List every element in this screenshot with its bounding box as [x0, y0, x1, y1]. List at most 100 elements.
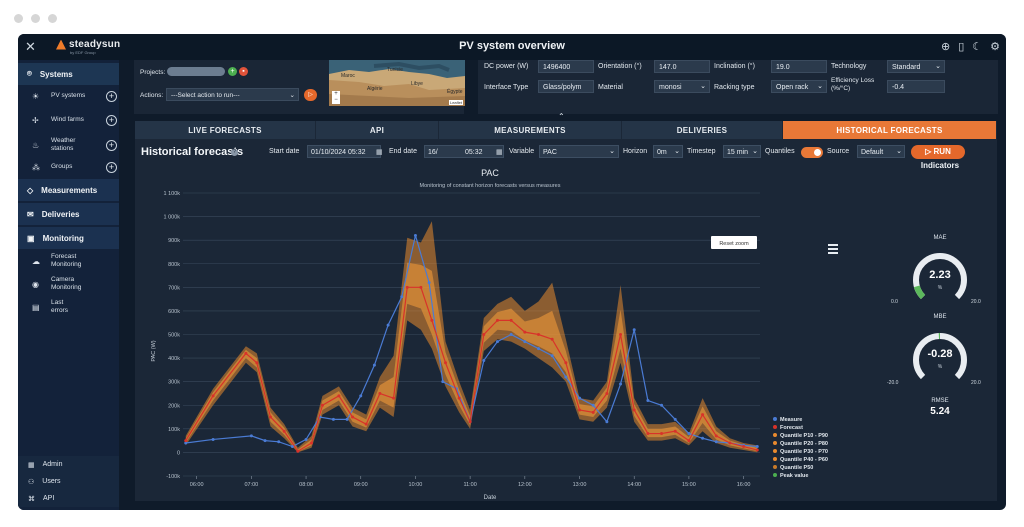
page-title: PV system overview: [459, 40, 565, 52]
sidebar-item-users[interactable]: ⚇ Users: [18, 473, 119, 490]
window-dot[interactable]: [48, 14, 57, 23]
sidebar-item-admin[interactable]: ▦ Admin: [18, 456, 119, 473]
sidebar-item-forecast-monitoring[interactable]: ☁ Forecast Monitoring: [18, 252, 119, 270]
y-tick-label: 500k: [168, 333, 180, 339]
timestep-select[interactable]: 15 min ⌄: [723, 145, 761, 158]
dc-power-label: DC power (W): [484, 63, 529, 70]
measure-point: [591, 403, 595, 407]
variable-label: Variable: [509, 148, 535, 155]
timestep-value: 15 min: [727, 149, 749, 156]
plus-circle-icon[interactable]: ⊕: [941, 40, 950, 53]
dc-power-value: 1496400: [543, 64, 571, 71]
section-title: Historical forecasts: [141, 146, 244, 158]
window-dot[interactable]: [14, 14, 23, 23]
inclination-input[interactable]: 19.0: [771, 60, 827, 73]
add-weather-station-button[interactable]: +: [106, 139, 117, 151]
collapse-panel-icon[interactable]: ⌃: [558, 112, 565, 121]
source-select[interactable]: Default ⌄: [857, 145, 905, 158]
gear-icon[interactable]: ⚙: [990, 40, 1000, 53]
reset-zoom-label[interactable]: Reset zoom: [719, 241, 749, 247]
measure-point: [701, 436, 705, 440]
forecast-point: [714, 434, 718, 438]
map-label: Tunisie: [387, 67, 403, 73]
quantiles-toggle[interactable]: [801, 147, 823, 158]
measure-point: [536, 347, 540, 351]
projects-selector[interactable]: [167, 67, 225, 76]
efficiency-loss-input[interactable]: -0.4: [887, 80, 945, 93]
window-dot[interactable]: [31, 14, 40, 23]
tab-api[interactable]: API: [316, 121, 439, 139]
end-date-label: End date: [389, 148, 418, 155]
interface-type-select[interactable]: Glass/polym: [538, 80, 594, 93]
y-tick-label: 900k: [168, 238, 180, 244]
material-select[interactable]: monosi ⌄: [654, 80, 710, 93]
chevron-down-icon: ⌄: [752, 148, 758, 155]
top-bar: ✕ steadysun by EDF Group PV system overv…: [18, 34, 1006, 60]
add-group-button[interactable]: +: [106, 161, 117, 173]
measure-point: [495, 340, 499, 344]
forecast-point: [509, 318, 513, 322]
run-action-button[interactable]: ▷: [304, 89, 317, 101]
sidebar-item-wind-farms[interactable]: ✢ Wind farms +: [18, 114, 119, 126]
legend-entry: Quantile P40 - P60: [780, 457, 828, 463]
technology-value: Standard: [892, 64, 921, 71]
horizon-select[interactable]: 0m ⌄: [653, 145, 683, 158]
location-map[interactable]: Tunisie Maroc Algérie Libye Égypte Leafl…: [329, 60, 465, 106]
map-label: Libye: [411, 81, 423, 87]
sidebar-section-monitoring[interactable]: ▣ Monitoring: [18, 227, 119, 249]
book-icon[interactable]: ▯: [958, 40, 964, 53]
timestep-label: Timestep: [687, 148, 716, 155]
map-label: Algérie: [367, 86, 383, 92]
y-tick-label: 600k: [168, 309, 180, 315]
start-date-input[interactable]: 01/10/2024 05:32: [307, 145, 381, 158]
mae-label: MAE: [933, 235, 947, 241]
forecast-point: [550, 337, 554, 341]
help-icon[interactable]: ?: [231, 149, 238, 156]
forecast-point: [296, 449, 300, 453]
add-wind-farm-button[interactable]: +: [106, 114, 117, 126]
sidebar-item-last-errors[interactable]: ▤ Last errors: [18, 298, 119, 316]
actions-select[interactable]: ---Select action to run--- ⌄: [166, 88, 299, 101]
calendar-icon[interactable]: ▦: [376, 148, 383, 156]
orientation-value: 147.0: [659, 64, 677, 71]
end-date-input[interactable]: 16/05:32: [424, 145, 504, 158]
add-pv-system-button[interactable]: +: [106, 90, 117, 102]
add-project-button[interactable]: +: [228, 67, 237, 76]
legend-entry: Forecast: [780, 425, 803, 431]
tab-historical-forecasts[interactable]: HISTORICAL FORECASTS: [783, 121, 997, 139]
sidebar-item-pv-systems[interactable]: ☀ PV systems +: [18, 90, 119, 102]
tab-measurements[interactable]: MEASUREMENTS: [439, 121, 622, 139]
sidebar-item-api[interactable]: ⌘ API: [18, 490, 119, 507]
orientation-input[interactable]: 147.0: [654, 60, 710, 73]
sidebar-item-weather-stations[interactable]: ♨ Weather stations +: [18, 135, 119, 155]
pac-chart[interactable]: PAC Monitoring of constant horizon forec…: [135, 166, 885, 501]
map-attribution[interactable]: Leaflet: [448, 100, 463, 105]
sidebar-section-systems[interactable]: ⌾ Systems: [18, 63, 119, 85]
legend-marker: [773, 433, 777, 437]
dc-power-input[interactable]: 1496400: [538, 60, 594, 73]
measure-point: [632, 328, 636, 332]
legend-entry: Quantile P50: [780, 465, 813, 471]
sidebar-item-groups[interactable]: ⁂ Groups +: [18, 161, 119, 173]
sidebar-section-deliveries[interactable]: ✉ Deliveries: [18, 203, 119, 225]
run-button[interactable]: ▷ RUN: [911, 145, 965, 159]
forecast-point: [255, 361, 259, 365]
tab-deliveries[interactable]: DELIVERIES: [622, 121, 783, 139]
tab-live-forecasts[interactable]: LIVE FORECASTS: [135, 121, 316, 139]
measure-point: [441, 380, 445, 384]
technology-select[interactable]: Standard ⌄: [887, 60, 945, 73]
chart-menu-icon[interactable]: [828, 244, 838, 254]
tab-label: HISTORICAL FORECASTS: [836, 125, 943, 135]
racking-type-select[interactable]: Open rack ⌄: [771, 80, 827, 93]
sidebar-section-measurements[interactable]: ◇ Measurements: [18, 179, 119, 201]
sidebar-item-camera-monitoring[interactable]: ◉ Camera Monitoring: [18, 275, 119, 293]
moon-icon[interactable]: ☾: [972, 40, 982, 53]
map-zoom-controls[interactable]: + −: [332, 91, 340, 104]
racking-type-value: Open rack: [776, 84, 809, 91]
measure-point: [564, 375, 568, 379]
forecast-point: [405, 285, 409, 289]
forecast-point: [482, 333, 486, 336]
delete-project-button[interactable]: ▪: [239, 67, 248, 76]
calendar-icon[interactable]: ▦: [496, 148, 503, 156]
variable-select[interactable]: PAC ⌄: [539, 145, 619, 158]
